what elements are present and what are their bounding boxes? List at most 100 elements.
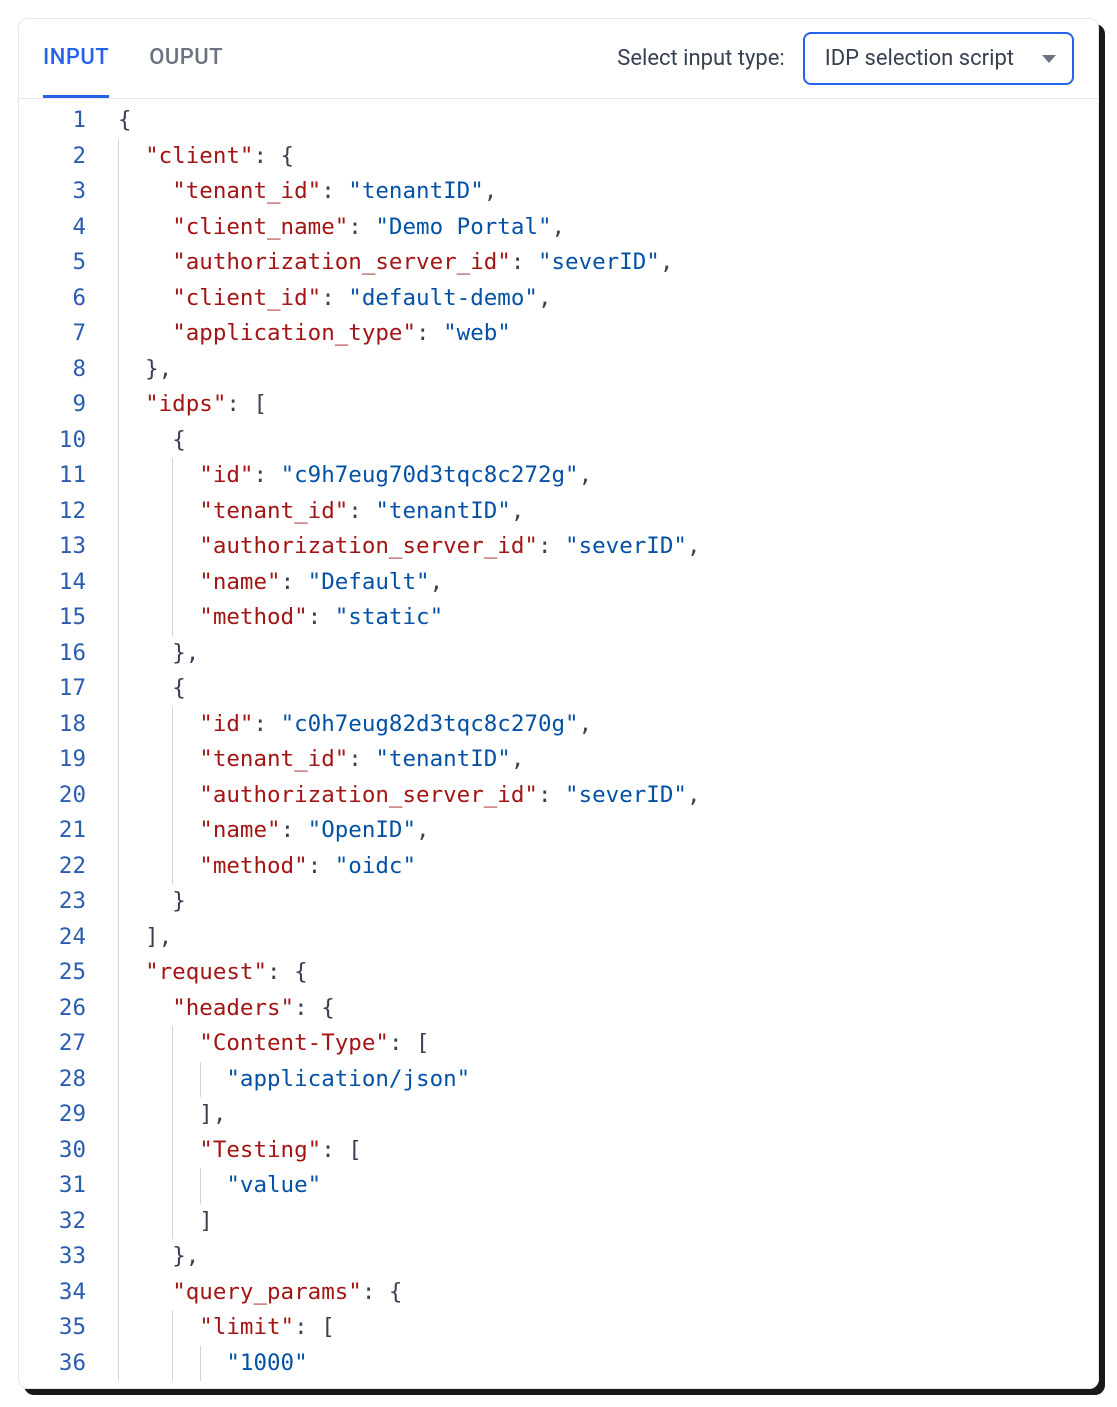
json-punct: : { — [362, 1279, 403, 1305]
input-type-value: IDP selection script — [825, 46, 1014, 71]
line-number: 17 — [19, 671, 86, 707]
line-number: 12 — [19, 494, 86, 530]
json-punct: : [ — [389, 1030, 430, 1056]
json-key: "authorization_server_id" — [199, 533, 538, 559]
code-line[interactable]: }, — [104, 352, 1098, 388]
line-number: 20 — [19, 778, 86, 814]
tab-output[interactable]: OUPUT — [149, 19, 223, 98]
json-key: "client_id" — [172, 285, 321, 311]
line-number: 30 — [19, 1133, 86, 1169]
json-punct: { — [118, 107, 132, 133]
code-line[interactable]: ] — [104, 1204, 1098, 1240]
json-string: "default-demo" — [348, 285, 538, 311]
json-key: "method" — [199, 604, 307, 630]
line-number: 22 — [19, 849, 86, 885]
json-punct: : — [538, 782, 565, 808]
json-punct: : — [416, 320, 443, 346]
json-punct: : — [308, 853, 335, 879]
json-string: "value" — [226, 1172, 321, 1198]
json-punct: : [ — [294, 1314, 335, 1340]
line-number: 21 — [19, 813, 86, 849]
code-line[interactable]: } — [104, 884, 1098, 920]
code-line[interactable]: "limit": [ — [104, 1310, 1098, 1346]
code-line[interactable]: "application_type": "web" — [104, 316, 1098, 352]
code-line[interactable]: "tenant_id": "tenantID", — [104, 494, 1098, 530]
json-string: "severID" — [565, 782, 687, 808]
json-key: "id" — [199, 462, 253, 488]
json-string: "1000" — [226, 1350, 307, 1376]
code-line[interactable]: "client_name": "Demo Portal", — [104, 210, 1098, 246]
line-number: 24 — [19, 920, 86, 956]
json-key: "idps" — [145, 391, 226, 417]
line-number: 19 — [19, 742, 86, 778]
json-punct: , — [687, 782, 701, 808]
code-line[interactable]: { — [104, 423, 1098, 459]
line-number: 10 — [19, 423, 86, 459]
json-punct: : — [253, 462, 280, 488]
line-number: 32 — [19, 1204, 86, 1240]
code-line[interactable]: { — [104, 103, 1098, 139]
code-line[interactable]: "headers": { — [104, 991, 1098, 1027]
json-key: "client" — [145, 143, 253, 169]
code-line[interactable]: "client": { — [104, 139, 1098, 175]
code-line[interactable]: "value" — [104, 1168, 1098, 1204]
code-editor[interactable]: 1234567891011121314151617181920212223242… — [19, 99, 1098, 1388]
line-number: 36 — [19, 1346, 86, 1382]
json-key: "client_name" — [172, 214, 348, 240]
code-line[interactable]: "id": "c0h7eug82d3tqc8c270g", — [104, 707, 1098, 743]
code-line[interactable]: "tenant_id": "tenantID", — [104, 174, 1098, 210]
code-line[interactable]: "request": { — [104, 955, 1098, 991]
line-number: 5 — [19, 245, 86, 281]
json-string: "static" — [335, 604, 443, 630]
code-line[interactable]: "method": "static" — [104, 600, 1098, 636]
line-number: 25 — [19, 955, 86, 991]
code-line[interactable]: "query_params": { — [104, 1275, 1098, 1311]
json-punct: : [ — [321, 1137, 362, 1163]
line-number: 16 — [19, 636, 86, 672]
input-type-select[interactable]: IDP selection script — [803, 32, 1074, 85]
editor-panel: INPUT OUPUT Select input type: IDP selec… — [18, 18, 1099, 1389]
json-key: "authorization_server_id" — [172, 249, 511, 275]
line-number: 3 — [19, 174, 86, 210]
json-string: "severID" — [538, 249, 660, 275]
json-key: "tenant_id" — [172, 178, 321, 204]
input-type-group: Select input type: IDP selection script — [617, 32, 1074, 85]
json-key: "request" — [145, 959, 267, 985]
line-number: 18 — [19, 707, 86, 743]
code-line[interactable]: "application/json" — [104, 1062, 1098, 1098]
code-line[interactable]: "client_id": "default-demo", — [104, 281, 1098, 317]
code-line[interactable]: "authorization_server_id": "severID", — [104, 778, 1098, 814]
json-string: "tenantID" — [375, 498, 510, 524]
code-line[interactable]: "id": "c9h7eug70d3tqc8c272g", — [104, 458, 1098, 494]
json-punct: ], — [199, 1101, 226, 1127]
code-line[interactable]: "idps": [ — [104, 387, 1098, 423]
code-line[interactable]: "1000" — [104, 1346, 1098, 1382]
json-key: "authorization_server_id" — [199, 782, 538, 808]
code-line[interactable]: ], — [104, 1097, 1098, 1133]
code-line[interactable]: "name": "Default", — [104, 565, 1098, 601]
code-line[interactable]: "authorization_server_id": "severID", — [104, 245, 1098, 281]
json-string: "tenantID" — [348, 178, 483, 204]
json-string: "severID" — [565, 533, 687, 559]
code-line[interactable]: "method": "oidc" — [104, 849, 1098, 885]
code-line[interactable]: "Content-Type": [ — [104, 1026, 1098, 1062]
line-number: 14 — [19, 565, 86, 601]
json-key: "method" — [199, 853, 307, 879]
json-key: "limit" — [199, 1314, 294, 1340]
code-area[interactable]: { "client": { "tenant_id": "tenantID", "… — [104, 99, 1098, 1388]
code-line[interactable]: ], — [104, 920, 1098, 956]
json-string: "web" — [443, 320, 511, 346]
code-line[interactable]: { — [104, 671, 1098, 707]
code-line[interactable]: "Testing": [ — [104, 1133, 1098, 1169]
code-line[interactable]: "tenant_id": "tenantID", — [104, 742, 1098, 778]
json-punct: : { — [294, 995, 335, 1021]
code-line[interactable]: "name": "OpenID", — [104, 813, 1098, 849]
code-line[interactable]: }, — [104, 636, 1098, 672]
code-line[interactable]: }, — [104, 1239, 1098, 1275]
json-key: "Testing" — [199, 1137, 321, 1163]
tab-input[interactable]: INPUT — [43, 19, 109, 98]
json-punct: : — [348, 498, 375, 524]
json-punct: : { — [267, 959, 308, 985]
code-line[interactable]: "authorization_server_id": "severID", — [104, 529, 1098, 565]
json-key: "id" — [199, 711, 253, 737]
